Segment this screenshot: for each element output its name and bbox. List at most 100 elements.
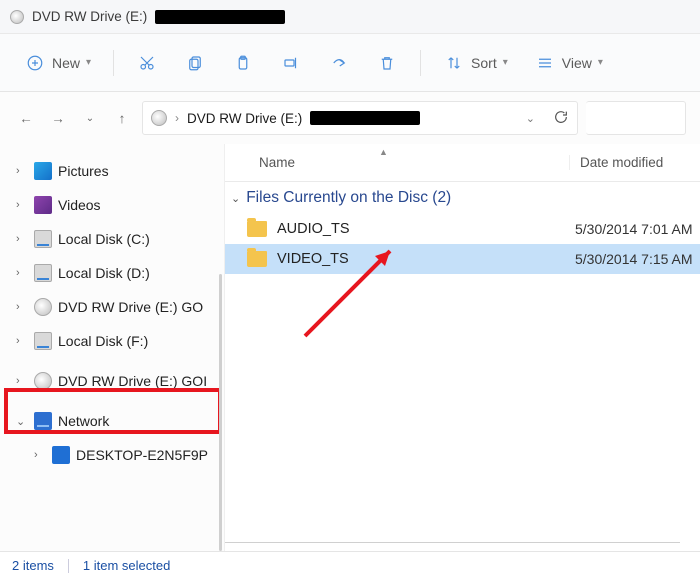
tree-item-dvd-drive-e[interactable]: › DVD RW Drive (E:) GO (6, 290, 224, 324)
expander-icon[interactable]: › (16, 165, 28, 177)
address-bar[interactable]: › DVD RW Drive (E:) ⌄ (142, 101, 578, 135)
tree-item-dvd-drive-e-highlighted[interactable]: › DVD RW Drive (E:) GOI (6, 364, 224, 398)
drive-icon (34, 332, 52, 350)
tree-item-pictures[interactable]: › Pictures (6, 154, 224, 188)
expander-icon[interactable]: › (16, 267, 28, 279)
status-separator (68, 559, 69, 573)
view-button[interactable]: View ▾ (524, 46, 613, 80)
tree-item-label: Network (58, 413, 109, 429)
videos-icon (34, 196, 52, 214)
tree-item-label: Local Disk (F:) (58, 333, 148, 349)
cut-button[interactable] (126, 46, 168, 80)
disc-icon (10, 10, 24, 24)
sort-icon (443, 52, 465, 74)
status-item-count: 2 items (12, 558, 54, 573)
window-title: DVD RW Drive (E:) (32, 9, 147, 24)
network-icon (34, 412, 52, 430)
tree-item-label: Local Disk (C:) (58, 231, 150, 247)
chevron-right-icon: › (175, 111, 179, 125)
expander-icon[interactable]: › (16, 199, 28, 211)
copy-icon (184, 52, 206, 74)
command-bar: New ▾ Sort ▾ (0, 34, 700, 92)
window-title-redacted (155, 10, 285, 24)
tree-item-local-disk-c[interactable]: › Local Disk (C:) (6, 222, 224, 256)
scissors-icon (136, 52, 158, 74)
sort-button[interactable]: Sort ▾ (433, 46, 518, 80)
sort-asc-icon: ▲ (379, 147, 388, 157)
chevron-down-icon: ⌄ (231, 192, 240, 205)
trash-icon (376, 52, 398, 74)
disc-icon (34, 298, 52, 316)
divider (420, 50, 421, 76)
expander-icon[interactable]: › (16, 335, 28, 347)
tree-item-local-disk-f[interactable]: › Local Disk (F:) (6, 324, 224, 358)
delete-button[interactable] (366, 46, 408, 80)
new-button-label: New (52, 55, 80, 71)
address-dropdown[interactable]: ⌄ (526, 112, 535, 125)
folder-icon (247, 251, 267, 267)
tree-item-network[interactable]: ⌄ Network (6, 404, 224, 438)
tree-item-desktop-pc[interactable]: › DESKTOP-E2N5F9P (6, 438, 224, 472)
sort-button-label: Sort (471, 55, 497, 71)
share-icon (328, 52, 350, 74)
expander-icon[interactable]: › (16, 301, 28, 313)
group-header-label: Files Currently on the Disc (2) (246, 189, 451, 207)
refresh-button[interactable] (553, 109, 569, 128)
drive-icon (34, 264, 52, 282)
tree-pane: › Pictures › Videos › Local Disk (C:) › … (0, 144, 225, 551)
history-dropdown[interactable]: ⌄ (78, 106, 102, 130)
new-button[interactable]: New ▾ (14, 46, 101, 80)
file-row-audio-ts[interactable]: AUDIO_TS 5/30/2014 7:01 AM (225, 214, 700, 244)
list-view-icon (534, 52, 556, 74)
file-date: 5/30/2014 7:15 AM (575, 251, 700, 267)
expander-icon[interactable]: › (16, 233, 28, 245)
forward-button[interactable]: → (46, 106, 70, 130)
tree-item-videos[interactable]: › Videos (6, 188, 224, 222)
group-header[interactable]: ⌄ Files Currently on the Disc (2) (225, 182, 700, 214)
tree-item-label: Pictures (58, 163, 109, 179)
search-input[interactable] (586, 101, 686, 135)
column-name[interactable]: Name ▲ (259, 155, 569, 170)
column-date[interactable]: Date modified (569, 155, 700, 170)
column-name-label: Name (259, 155, 295, 170)
chevron-down-icon: ▾ (503, 57, 508, 68)
address-redacted (310, 111, 420, 125)
computer-icon (52, 446, 70, 464)
up-button[interactable]: ↑ (110, 106, 134, 130)
status-bar: 2 items 1 item selected (0, 551, 700, 579)
share-button[interactable] (318, 46, 360, 80)
expander-icon[interactable]: › (34, 449, 46, 461)
pictures-icon (34, 162, 52, 180)
tree-item-label: DESKTOP-E2N5F9P (76, 447, 208, 463)
list-bottom-rule (225, 542, 680, 543)
tree-item-label: Videos (58, 197, 101, 213)
plus-circle-icon (24, 52, 46, 74)
address-segment[interactable]: DVD RW Drive (E:) (187, 111, 302, 126)
tree-item-label: Local Disk (D:) (58, 265, 150, 281)
file-date: 5/30/2014 7:01 AM (575, 221, 700, 237)
column-date-label: Date modified (580, 155, 663, 170)
back-button[interactable]: ← (14, 106, 38, 130)
file-row-video-ts[interactable]: VIDEO_TS 5/30/2014 7:15 AM (225, 244, 700, 274)
disc-icon (151, 110, 167, 126)
paste-button[interactable] (222, 46, 264, 80)
file-name: AUDIO_TS (277, 221, 575, 237)
tree-item-label: DVD RW Drive (E:) GOI (58, 373, 207, 389)
file-list-pane: Name ▲ Date modified ⌄ Files Currently o… (225, 144, 700, 551)
rename-button[interactable] (270, 46, 312, 80)
tree-item-local-disk-d[interactable]: › Local Disk (D:) (6, 256, 224, 290)
disc-icon (34, 372, 52, 390)
tree-item-label: DVD RW Drive (E:) GO (58, 299, 203, 315)
expander-icon[interactable]: › (16, 375, 28, 387)
file-name: VIDEO_TS (277, 251, 575, 267)
folder-icon (247, 221, 267, 237)
status-selection: 1 item selected (83, 558, 170, 573)
view-button-label: View (562, 55, 592, 71)
tree-scrollbar[interactable] (219, 274, 222, 551)
copy-button[interactable] (174, 46, 216, 80)
drive-icon (34, 230, 52, 248)
expander-icon[interactable]: ⌄ (16, 415, 28, 428)
title-bar: DVD RW Drive (E:) (0, 0, 700, 34)
navigation-row: ← → ⌄ ↑ › DVD RW Drive (E:) ⌄ (0, 92, 700, 144)
column-headers: Name ▲ Date modified (225, 144, 700, 182)
